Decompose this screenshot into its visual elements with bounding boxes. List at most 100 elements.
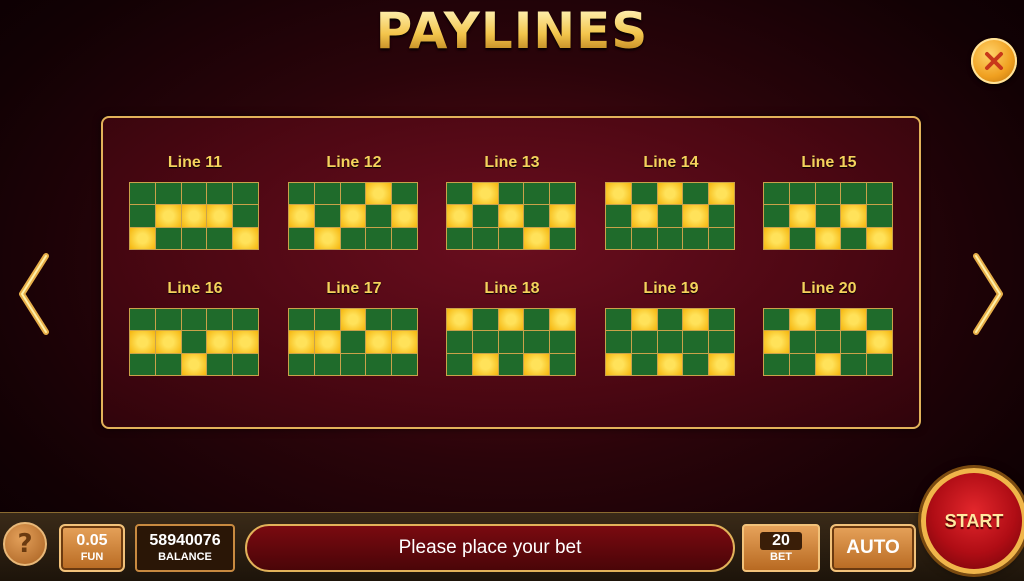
payline-cell-active bbox=[867, 227, 892, 249]
start-button[interactable]: START bbox=[921, 468, 1024, 574]
payline-cell-active bbox=[447, 309, 472, 331]
payline-cell bbox=[815, 309, 841, 331]
payline-cell bbox=[392, 183, 417, 205]
payline-cell bbox=[392, 353, 417, 375]
payline-label: Line 14 bbox=[643, 154, 699, 171]
payline-label: Line 16 bbox=[167, 280, 223, 297]
payline-cell bbox=[498, 227, 524, 249]
payline-label: Line 17 bbox=[326, 280, 382, 297]
payline-cell bbox=[789, 227, 815, 249]
payline-cell bbox=[631, 227, 657, 249]
balance-label: BALANCE bbox=[158, 551, 212, 563]
close-button[interactable] bbox=[971, 38, 1017, 84]
payline-grid bbox=[129, 308, 259, 376]
payline-cell-active bbox=[289, 331, 314, 353]
payline-cell bbox=[340, 183, 366, 205]
payline-cell bbox=[233, 183, 258, 205]
payline-cell bbox=[155, 227, 181, 249]
page-title: PAYLINES bbox=[0, 2, 1024, 60]
payline-cell bbox=[867, 205, 892, 227]
payline-card: Line 12 bbox=[288, 152, 420, 250]
payline-cell-active bbox=[366, 183, 392, 205]
payline-cell bbox=[657, 205, 683, 227]
payline-cell-active bbox=[289, 205, 314, 227]
payline-cell-active bbox=[764, 331, 789, 353]
payline-cell-active bbox=[606, 353, 631, 375]
payline-cell-active bbox=[181, 205, 207, 227]
bet-button[interactable]: 20 BET bbox=[742, 524, 820, 572]
payline-cell bbox=[392, 227, 417, 249]
payline-cell-active bbox=[631, 205, 657, 227]
payline-card: Line 16 bbox=[129, 278, 261, 376]
payline-grid bbox=[763, 182, 893, 250]
payline-cell bbox=[764, 183, 789, 205]
payline-cell bbox=[289, 309, 314, 331]
payline-cell-active bbox=[392, 331, 417, 353]
chevron-right-icon[interactable] bbox=[970, 252, 1006, 336]
payline-cell bbox=[606, 331, 631, 353]
payline-cell-active bbox=[709, 183, 734, 205]
payline-cell-active bbox=[233, 227, 258, 249]
payline-cell bbox=[130, 309, 155, 331]
payline-cell bbox=[155, 353, 181, 375]
bet-label: BET bbox=[770, 551, 792, 563]
payline-cell bbox=[181, 309, 207, 331]
payline-cell-active bbox=[550, 309, 575, 331]
payline-cell bbox=[524, 309, 550, 331]
payline-cell bbox=[366, 205, 392, 227]
payline-cell bbox=[472, 227, 498, 249]
payline-cell bbox=[550, 353, 575, 375]
payline-card: Line 20 bbox=[763, 278, 895, 376]
help-button[interactable]: ? bbox=[3, 522, 47, 566]
payline-card: Line 18 bbox=[446, 278, 578, 376]
payline-cell bbox=[314, 205, 340, 227]
payline-cell bbox=[340, 227, 366, 249]
payline-cell bbox=[314, 353, 340, 375]
payline-cell bbox=[181, 331, 207, 353]
payline-cell bbox=[764, 309, 789, 331]
payline-cell-active bbox=[815, 227, 841, 249]
payline-cell bbox=[683, 353, 709, 375]
payline-cell-active bbox=[314, 227, 340, 249]
payline-cell-active bbox=[366, 331, 392, 353]
payline-cell bbox=[524, 331, 550, 353]
chevron-left-icon[interactable] bbox=[16, 252, 52, 336]
payline-cell-active bbox=[498, 309, 524, 331]
payline-cell bbox=[447, 353, 472, 375]
payline-grid bbox=[288, 182, 418, 250]
payline-cell bbox=[340, 331, 366, 353]
payline-cell-active bbox=[631, 309, 657, 331]
payline-cell bbox=[550, 183, 575, 205]
payline-cell bbox=[207, 309, 233, 331]
auto-button[interactable]: AUTO bbox=[830, 524, 916, 572]
payline-cell bbox=[447, 183, 472, 205]
payline-cell bbox=[155, 183, 181, 205]
balance-value: 58940076 bbox=[149, 532, 221, 549]
payline-cell bbox=[657, 331, 683, 353]
payline-cell-active bbox=[683, 309, 709, 331]
payline-cell bbox=[340, 353, 366, 375]
payline-cell bbox=[447, 227, 472, 249]
payline-cell-active bbox=[130, 331, 155, 353]
payline-cell bbox=[606, 227, 631, 249]
payline-cell-active bbox=[867, 331, 892, 353]
payline-cell bbox=[683, 183, 709, 205]
payline-cell bbox=[550, 331, 575, 353]
payline-cell bbox=[631, 353, 657, 375]
payline-cell bbox=[709, 309, 734, 331]
payline-cell bbox=[314, 183, 340, 205]
payline-cell bbox=[289, 227, 314, 249]
payline-cell-active bbox=[392, 205, 417, 227]
payline-cell bbox=[657, 309, 683, 331]
coin-value-button[interactable]: 0.05 FUN bbox=[59, 524, 125, 572]
coin-value: 0.05 bbox=[76, 532, 108, 549]
payline-cell bbox=[392, 309, 417, 331]
payline-card: Line 11 bbox=[129, 152, 261, 250]
payline-cell bbox=[472, 331, 498, 353]
payline-cell bbox=[472, 205, 498, 227]
payline-cell bbox=[207, 183, 233, 205]
payline-cell bbox=[709, 331, 734, 353]
payline-cell-active bbox=[498, 205, 524, 227]
payline-cell-active bbox=[606, 183, 631, 205]
payline-grid bbox=[605, 182, 735, 250]
